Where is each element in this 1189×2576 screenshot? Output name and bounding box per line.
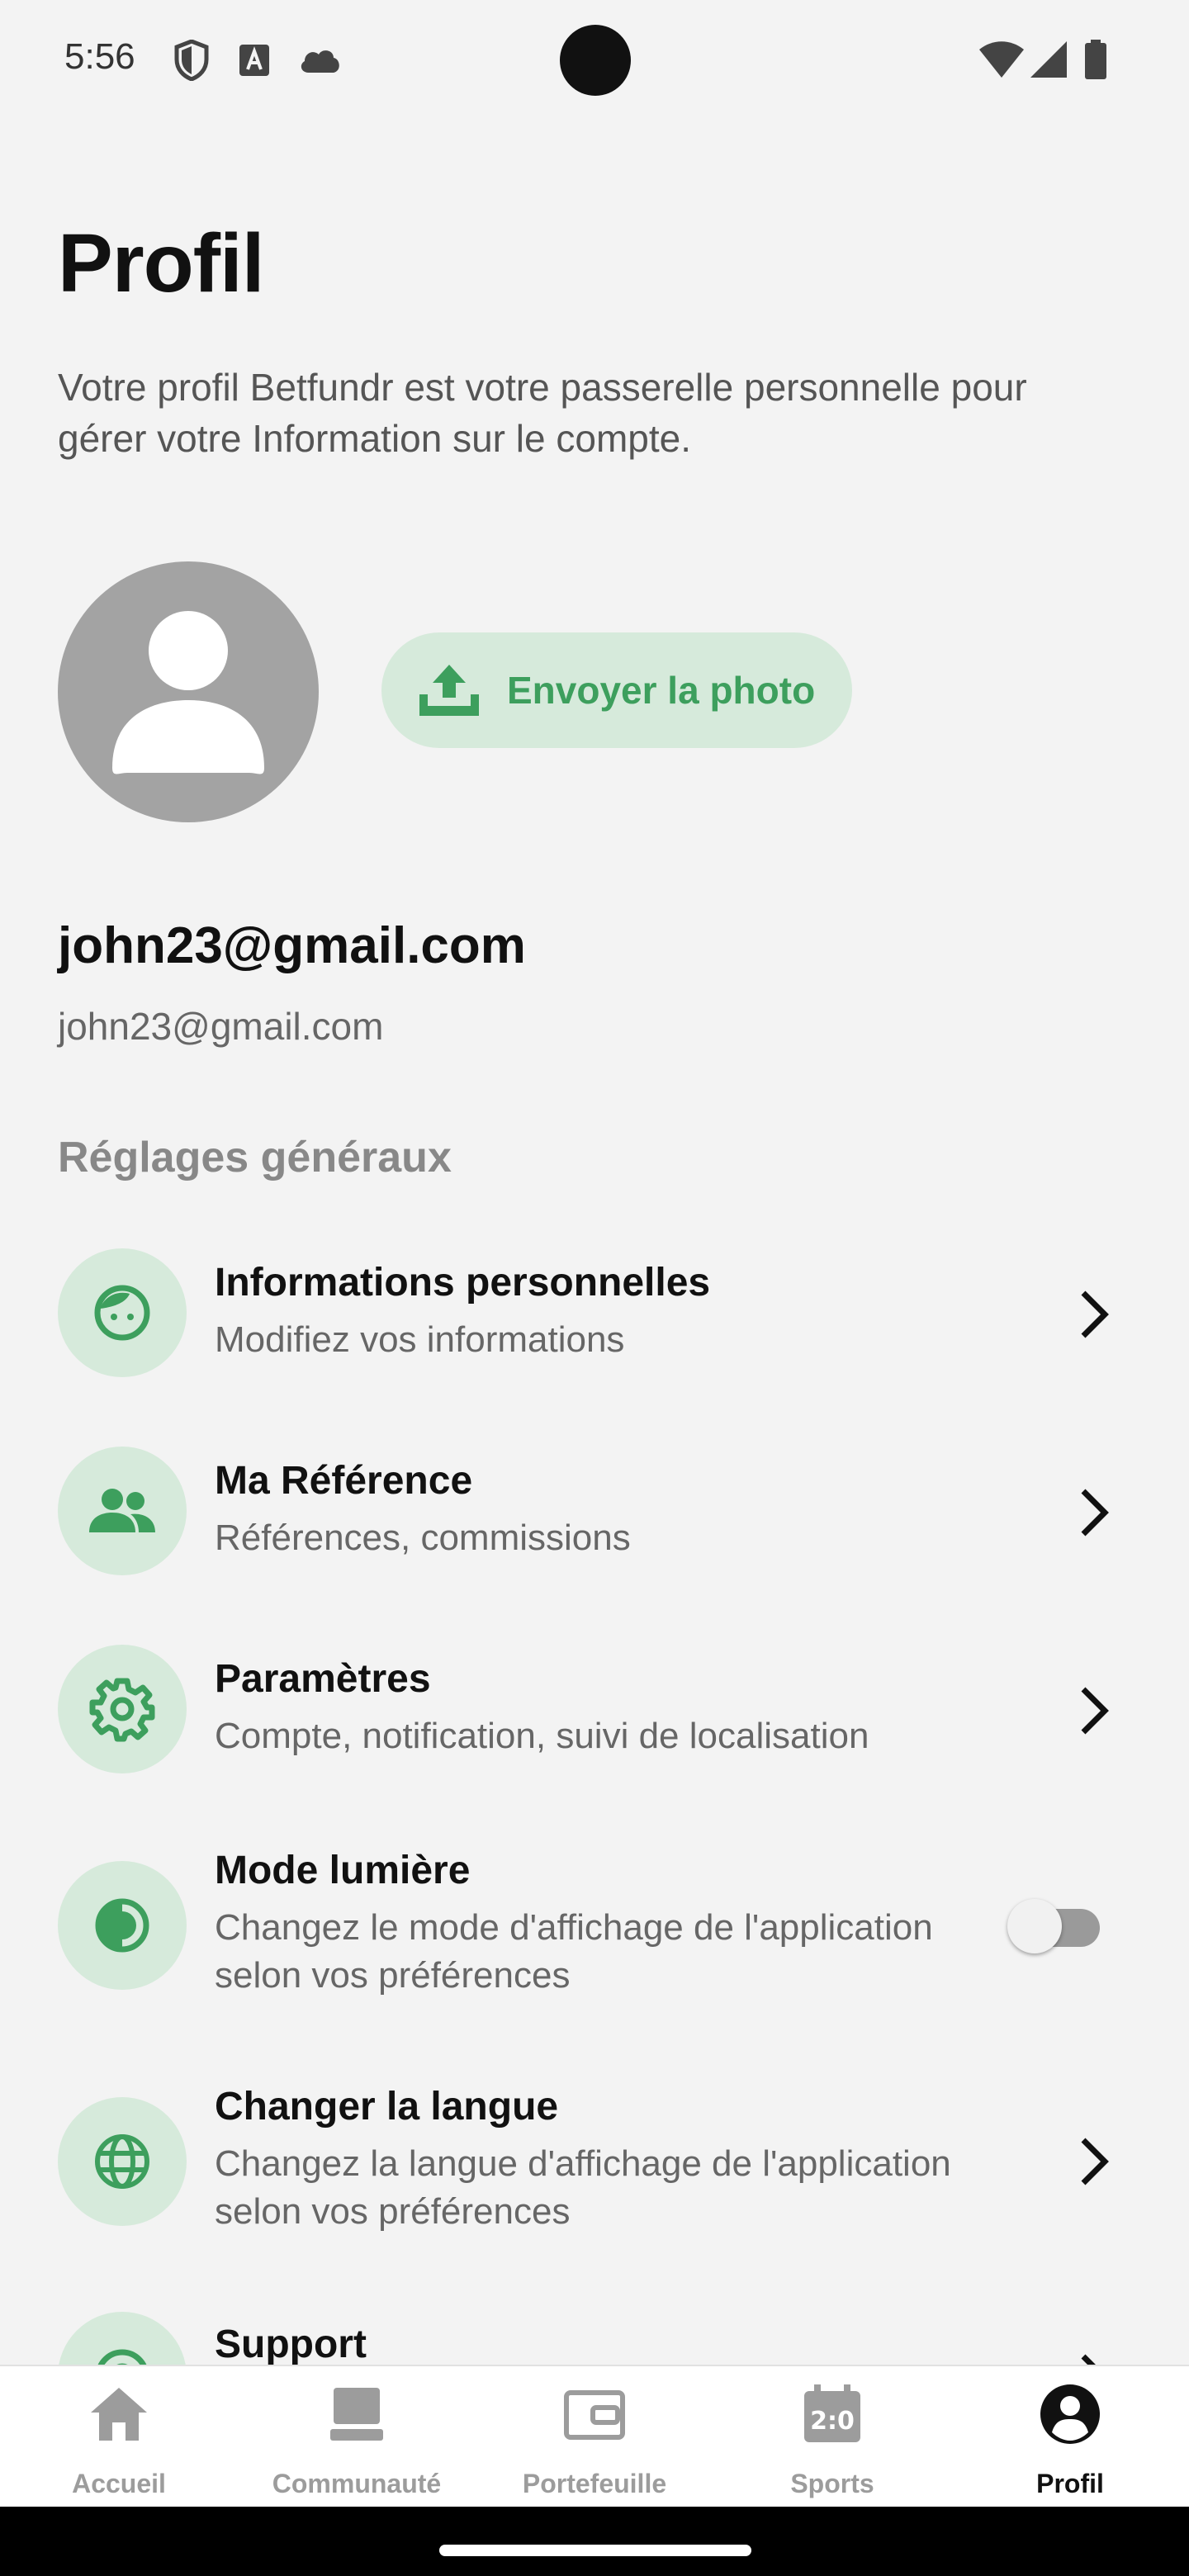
chevron-right-icon	[1081, 1687, 1109, 1735]
font-app-icon	[239, 45, 269, 76]
menu-item-subtitle: Changez la langue d'affichage de l'appli…	[215, 2143, 951, 2232]
nav-label: Communauté	[272, 2469, 442, 2498]
avatar[interactable]	[58, 561, 319, 822]
system-navigation-bar	[0, 2507, 1189, 2576]
menu-item-subtitle: Changez le mode d'affichage de l'applica…	[215, 1907, 933, 1996]
account-email-subtitle: john23@gmail.com	[58, 1005, 384, 1048]
referral-icon-wrap	[58, 1447, 187, 1575]
upload-icon	[419, 665, 479, 716]
profile-icon	[1040, 2384, 1100, 2444]
menu-item-referral[interactable]: Ma Référence Références, commissions	[0, 1447, 1189, 1575]
home-icon	[91, 2388, 147, 2441]
section-general-settings: Réglages généraux	[58, 1134, 452, 1181]
cloud-icon	[301, 50, 339, 73]
nav-label: Sports	[790, 2469, 874, 2498]
nav-item-community[interactable]: Communauté	[238, 2366, 476, 2508]
nav-item-sports[interactable]: 2:0 Sports	[713, 2366, 951, 2508]
camera-cutout	[560, 25, 631, 96]
menu-item-title: Ma Référence	[215, 1459, 473, 1503]
account-email-title: john23@gmail.com	[58, 917, 526, 974]
wallet-icon	[564, 2390, 625, 2440]
chevron-right-icon	[1081, 2354, 1096, 2365]
light-mode-toggle[interactable]	[1004, 1891, 1103, 1957]
light-mode-icon-wrap	[58, 1861, 187, 1990]
menu-item-title: Changer la langue	[215, 2085, 559, 2129]
personal-info-icon-wrap	[58, 1248, 187, 1377]
gear-icon	[89, 1678, 155, 1742]
nav-label: Accueil	[72, 2469, 166, 2498]
settings-icon-wrap	[58, 1645, 187, 1773]
menu-item-subtitle: Compte, notification, suivi de localisat…	[215, 1716, 869, 1756]
globe-icon	[95, 2134, 149, 2189]
svg-text:2:0: 2:0	[810, 2407, 855, 2436]
menu-item-settings[interactable]: Paramètres Compte, notification, suivi d…	[0, 1645, 1189, 1773]
chevron-right-icon	[1081, 1489, 1109, 1537]
home-gesture-handle[interactable]	[439, 2545, 751, 2556]
face-icon	[94, 1285, 150, 1341]
wifi-icon	[979, 41, 1024, 78]
chevron-right-icon	[1081, 2138, 1109, 2185]
nav-label: Portefeuille	[522, 2469, 667, 2498]
bottom-navigation: Accueil Communauté Portefeuille 2:0 Spor…	[0, 2365, 1189, 2507]
nav-item-home[interactable]: Accueil	[0, 2366, 238, 2508]
menu-item-support[interactable]: Support	[0, 2312, 1189, 2365]
menu-item-title: Support	[215, 2323, 367, 2365]
nav-item-profile[interactable]: Profil	[951, 2366, 1189, 2508]
signal-icon	[1030, 41, 1067, 78]
nav-label: Profil	[1036, 2469, 1104, 2498]
status-time: 5:56	[64, 36, 135, 77]
community-icon	[330, 2388, 383, 2441]
upload-photo-button[interactable]: Envoyer la photo	[381, 632, 852, 748]
nav-item-wallet[interactable]: Portefeuille	[476, 2366, 713, 2508]
menu-item-title: Informations personnelles	[215, 1261, 711, 1305]
people-icon	[89, 1489, 155, 1532]
battery-icon	[1085, 40, 1106, 79]
contrast-icon	[95, 1898, 149, 1953]
support-icon-wrap	[58, 2312, 187, 2365]
menu-item-language[interactable]: Changer la langue Changez la langue d'af…	[0, 2085, 1189, 2232]
menu-item-title: Paramètres	[215, 1657, 431, 1701]
menu-item-subtitle: Références, commissions	[215, 1518, 631, 1558]
page-title: Profil	[58, 217, 265, 310]
menu-item-personal-info[interactable]: Informations personnelles Modifiez vos i…	[0, 1248, 1189, 1377]
menu-item-subtitle: Modifiez vos informations	[215, 1319, 625, 1360]
menu-item-title: Mode lumière	[215, 1849, 471, 1892]
upload-photo-label: Envoyer la photo	[507, 669, 816, 712]
scoreboard-icon: 2:0	[804, 2384, 860, 2442]
toggle-thumb	[1007, 1899, 1062, 1953]
person-icon	[112, 611, 264, 774]
language-icon-wrap	[58, 2097, 187, 2226]
shield-icon	[174, 40, 209, 81]
page-description: Votre profil Betfundr est votre passerel…	[58, 366, 1027, 460]
status-bar: 5:56	[0, 0, 1189, 116]
support-icon	[97, 2349, 147, 2365]
chevron-right-icon	[1081, 1290, 1109, 1338]
menu-item-light-mode: Mode lumière Changez le mode d'affichage…	[0, 1849, 1189, 1996]
